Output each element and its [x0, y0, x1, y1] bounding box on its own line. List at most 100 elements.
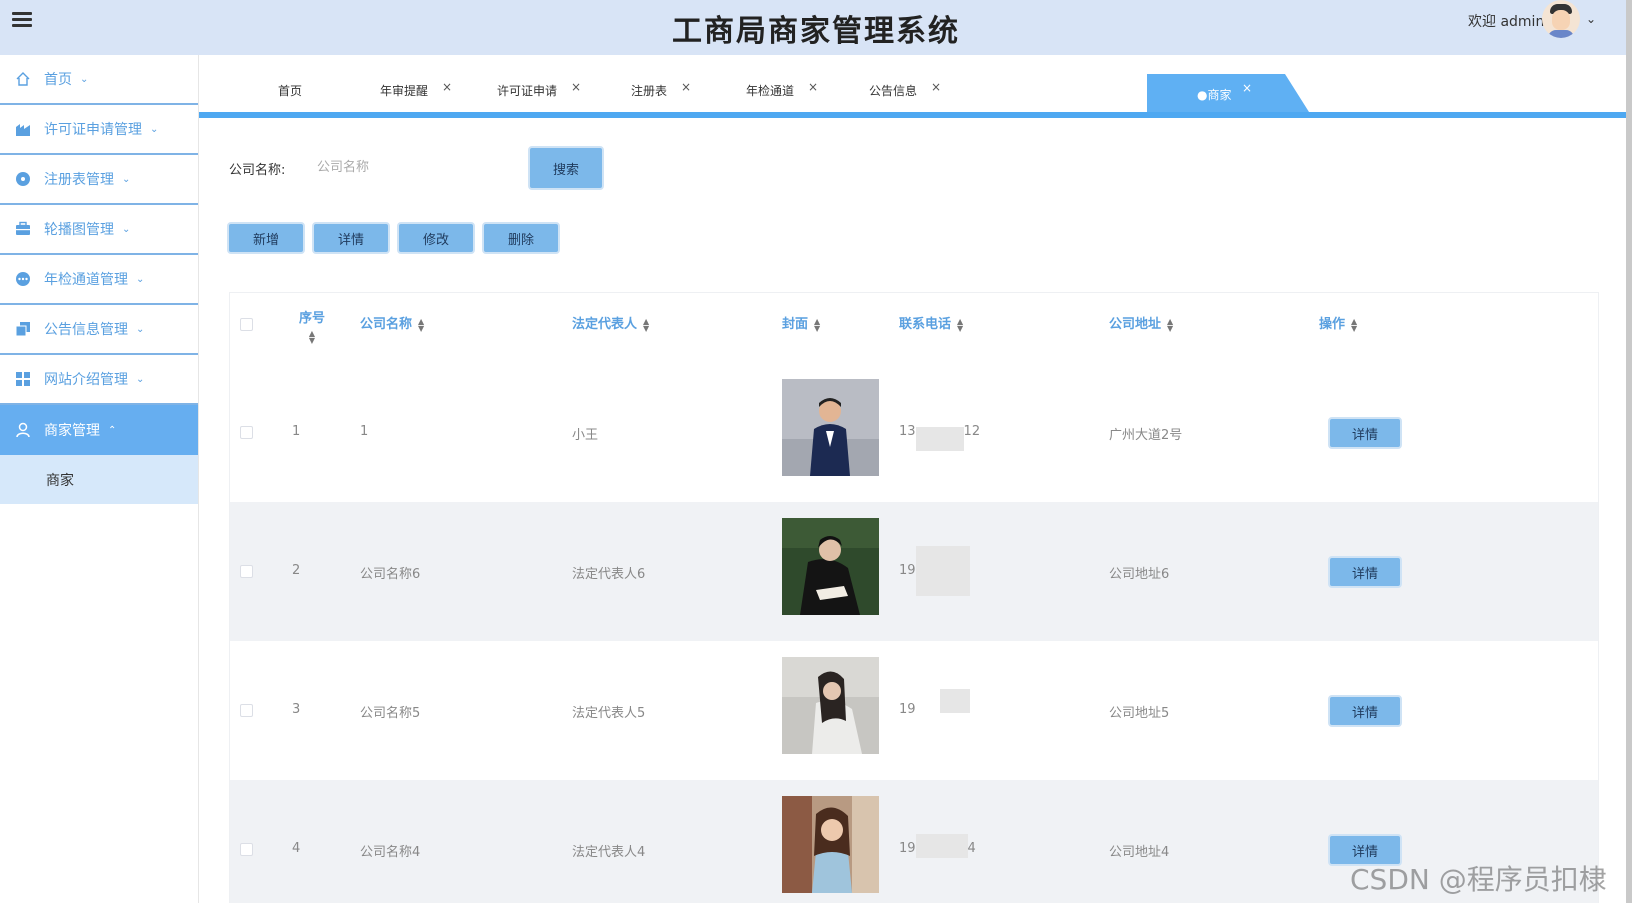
sidebar-item-merchant[interactable]: 商家管理 ⌃	[0, 405, 198, 455]
row-checkbox[interactable]	[240, 843, 253, 856]
column-header-actions[interactable]: 操作 ▲ ▼	[1319, 313, 1357, 332]
search-label: 公司名称:	[229, 163, 286, 178]
row-checkbox[interactable]	[240, 565, 253, 578]
user-icon	[14, 422, 32, 438]
sidebar-item-label: 许可证申请管理	[44, 122, 142, 138]
chevron-down-icon: ⌄	[122, 223, 131, 235]
row-detail-button[interactable]: 详情	[1328, 417, 1402, 449]
tab-bar: 首页 年审提醒 × 许可证申请 × 注册表 × 年检通道 × 公告信息 × ●商家 ×	[199, 74, 1632, 114]
sort-icon[interactable]: ▲ ▼	[1167, 317, 1173, 332]
tab-merchant[interactable]: ●商家 ×	[1147, 74, 1309, 112]
user-menu-chevron-down-icon[interactable]: ⌄	[1586, 12, 1596, 26]
cell-index: 2	[292, 563, 301, 578]
cell-legal-rep: 法定代表人4	[572, 845, 646, 860]
close-icon[interactable]: ×	[442, 80, 452, 94]
sidebar-item-inspection[interactable]: 年检通道管理 ⌄	[0, 255, 198, 305]
cell-company: 1	[360, 424, 369, 439]
sidebar-item-home[interactable]: 首页 ⌄	[0, 55, 198, 105]
dots-icon	[14, 271, 32, 287]
phone-redaction	[940, 689, 970, 713]
sidebar-item-label: 注册表管理	[44, 172, 114, 188]
chevron-down-icon: ⌄	[136, 273, 145, 285]
disc-icon	[14, 171, 32, 187]
close-icon[interactable]: ×	[931, 80, 941, 94]
cell-company: 公司名称4	[360, 845, 421, 860]
column-header-legal-rep[interactable]: 法定代表人 ▲ ▼	[572, 313, 649, 332]
tab-inspection[interactable]: 年检通道 ×	[746, 80, 818, 99]
close-icon[interactable]: ×	[808, 80, 818, 94]
chevron-down-icon: ⌄	[150, 123, 159, 135]
select-all-checkbox[interactable]	[240, 318, 253, 331]
row-checkbox[interactable]	[240, 426, 253, 439]
row-detail-button[interactable]: 详情	[1328, 695, 1402, 727]
cover-image	[782, 657, 879, 754]
cell-address: 公司地址6	[1109, 567, 1170, 582]
table-row[interactable]: 3 公司名称5 法定代表人5 195 公司地址5 详情	[230, 641, 1598, 780]
briefcase-icon	[14, 221, 32, 237]
tab-registry[interactable]: 注册表 ×	[631, 80, 691, 99]
phone-redaction	[916, 427, 964, 451]
sort-icon[interactable]: ▲ ▼	[1351, 317, 1357, 332]
cell-index: 4	[292, 841, 301, 856]
column-header-phone[interactable]: 联系电话 ▲ ▼	[899, 313, 963, 332]
column-header-index[interactable]: 序号 ▲ ▼	[292, 307, 332, 345]
merchant-table: 序号 ▲ ▼ 公司名称 ▲ ▼ 法定代表人 ▲ ▼ 封面 ▲ ▼ 联系电话 ▲ ▼ 公司地址 ▲ ▼ …	[229, 292, 1599, 903]
sort-icon[interactable]: ▲ ▼	[957, 317, 963, 332]
edit-button[interactable]: 修改	[397, 222, 475, 254]
sort-icon[interactable]: ▲ ▼	[309, 330, 315, 345]
chevron-up-icon: ⌃	[108, 424, 117, 436]
cell-legal-rep: 法定代表人6	[572, 567, 646, 582]
tab-annual-review[interactable]: 年审提醒 ×	[380, 80, 452, 99]
tab-announcement[interactable]: 公告信息 ×	[869, 80, 941, 99]
cover-image	[782, 796, 879, 893]
copy-icon	[14, 321, 32, 337]
close-icon[interactable]: ×	[1242, 81, 1252, 95]
sidebar-item-announcement[interactable]: 公告信息管理 ⌄	[0, 305, 198, 355]
row-checkbox[interactable]	[240, 704, 253, 717]
sidebar: 首页 ⌄ 许可证申请管理 ⌄ 注册表管理 ⌄ 轮播图管理 ⌄ 年检通道管理 ⌄ …	[0, 55, 199, 903]
sort-icon[interactable]: ▲ ▼	[643, 317, 649, 332]
column-header-cover[interactable]: 封面 ▲ ▼	[782, 313, 820, 332]
watermark: CSDN @程序员扣棣	[1350, 863, 1607, 896]
chevron-down-icon: ⌄	[136, 373, 145, 385]
company-name-input[interactable]	[305, 152, 525, 182]
sidebar-item-site-intro[interactable]: 网站介绍管理 ⌄	[0, 355, 198, 405]
home-icon	[14, 71, 32, 87]
avatar[interactable]	[1542, 0, 1580, 38]
sort-icon[interactable]: ▲ ▼	[418, 317, 424, 332]
close-icon[interactable]: ×	[681, 80, 691, 94]
column-header-company[interactable]: 公司名称 ▲ ▼	[360, 313, 424, 332]
sidebar-item-label: 首页	[44, 72, 72, 88]
tab-license[interactable]: 许可证申请 ×	[497, 80, 581, 99]
table-row[interactable]: 2 公司名称6 法定代表人6 196 公司地址6 详情	[230, 502, 1598, 641]
sidebar-item-label: 轮播图管理	[44, 222, 114, 238]
chevron-down-icon: ⌄	[122, 173, 131, 185]
tab-home[interactable]: 首页	[278, 82, 302, 99]
close-icon[interactable]: ×	[571, 80, 581, 94]
chevron-down-icon: ⌄	[136, 323, 145, 335]
cover-image	[782, 379, 879, 476]
sidebar-item-carousel[interactable]: 轮播图管理 ⌄	[0, 205, 198, 255]
sidebar-item-license[interactable]: 许可证申请管理 ⌄	[0, 105, 198, 155]
column-header-address[interactable]: 公司地址 ▲ ▼	[1109, 313, 1173, 332]
sidebar-item-registry[interactable]: 注册表管理 ⌄	[0, 155, 198, 205]
sidebar-item-label: 公告信息管理	[44, 322, 128, 338]
page-scrollbar[interactable]	[1626, 0, 1632, 903]
cell-address: 公司地址4	[1109, 845, 1170, 860]
row-detail-button[interactable]: 详情	[1328, 556, 1402, 588]
phone-redaction	[916, 546, 970, 596]
cell-legal-rep: 法定代表人5	[572, 706, 646, 721]
search-button[interactable]: 搜索	[528, 146, 604, 190]
detail-button[interactable]: 详情	[312, 222, 390, 254]
sidebar-item-label: 年检通道管理	[44, 272, 128, 288]
tab-underline	[199, 112, 1632, 118]
welcome-text: 欢迎 admin	[1468, 14, 1545, 30]
cell-company: 公司名称5	[360, 706, 421, 721]
add-button[interactable]: 新增	[227, 222, 305, 254]
delete-button[interactable]: 删除	[482, 222, 560, 254]
cover-image	[782, 518, 879, 615]
app-title: 工商局商家管理系统	[672, 14, 960, 49]
sort-icon[interactable]: ▲ ▼	[814, 317, 820, 332]
sidebar-subitem-merchant[interactable]: 商家	[0, 455, 198, 504]
table-row[interactable]: 1 1 小王 13 12 广州大道2号 详情	[230, 363, 1598, 502]
